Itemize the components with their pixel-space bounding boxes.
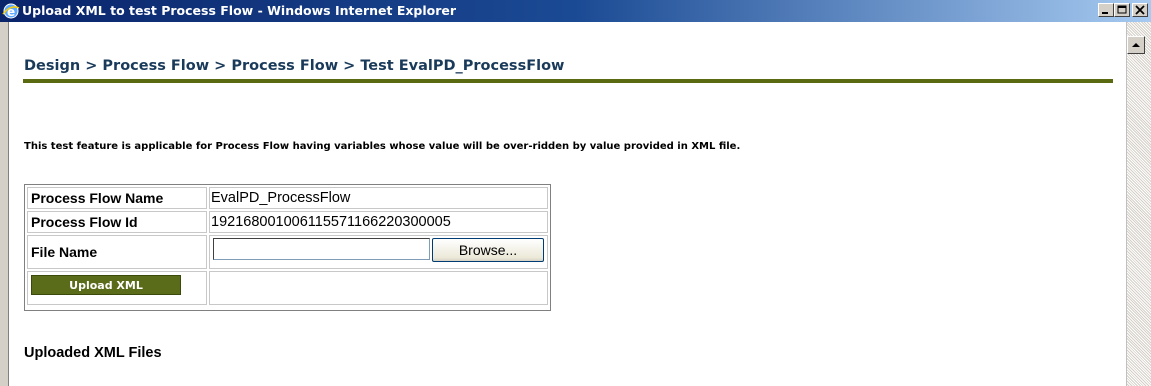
window-title: Upload XML to test Process Flow - Window… <box>22 3 457 18</box>
browse-button[interactable]: Browse... <box>432 238 544 262</box>
minimize-icon <box>1102 12 1108 14</box>
table-row: Process Flow Id 192168001006115571166220… <box>27 211 548 233</box>
close-button[interactable] <box>1132 3 1148 17</box>
upload-button-cell: Upload XML <box>27 271 207 305</box>
table-row: Upload XML <box>27 271 548 305</box>
empty-cell <box>209 271 548 305</box>
file-name-label: File Name <box>27 235 207 269</box>
process-flow-name-value: EvalPD_ProcessFlow <box>209 187 548 209</box>
table-row: File Name Browse... <box>27 235 548 269</box>
breadcrumb-divider <box>23 79 1113 83</box>
maximize-icon <box>1117 5 1127 14</box>
close-icon <box>1135 5 1145 15</box>
table-row: Process Flow Name EvalPD_ProcessFlow <box>27 187 548 209</box>
process-flow-name-label: Process Flow Name <box>27 187 207 209</box>
scroll-up-button[interactable] <box>1127 36 1145 54</box>
vertical-scrollbar[interactable] <box>1126 22 1151 386</box>
chevron-up-icon <box>1132 43 1140 47</box>
info-note: This test feature is applicable for Proc… <box>24 141 741 152</box>
process-flow-id-label: Process Flow Id <box>27 211 207 233</box>
file-path-input[interactable] <box>213 238 430 260</box>
window-title-bar[interactable]: e Upload XML to test Process Flow - Wind… <box>0 0 1151 22</box>
upload-xml-button[interactable]: Upload XML <box>31 275 181 295</box>
file-name-cell: Browse... <box>209 235 548 269</box>
upload-form-table: Process Flow Name EvalPD_ProcessFlow Pro… <box>24 184 551 311</box>
uploaded-files-heading: Uploaded XML Files <box>24 345 162 361</box>
window-frame-left <box>0 22 9 386</box>
internet-explorer-icon: e <box>2 3 20 19</box>
breadcrumb[interactable]: Design > Process Flow > Process Flow > T… <box>24 58 564 74</box>
minimize-button[interactable] <box>1098 3 1114 17</box>
process-flow-id-value: 192168001006115571166220300005 <box>209 211 548 233</box>
maximize-button[interactable] <box>1114 3 1130 17</box>
